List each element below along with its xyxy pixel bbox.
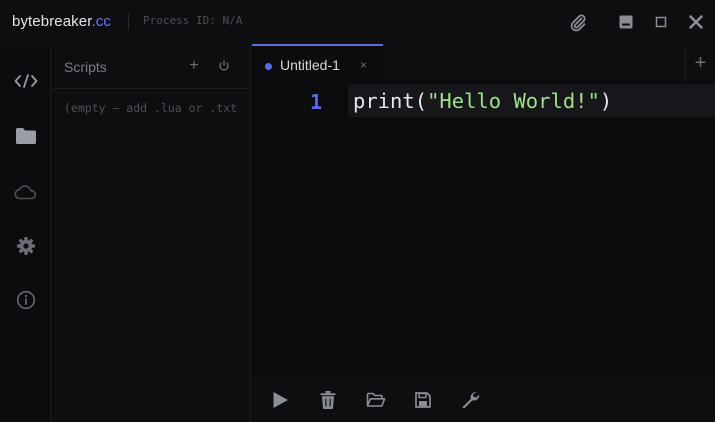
code-string: "Hello World!" bbox=[427, 89, 600, 113]
editor-toolbar bbox=[252, 376, 715, 422]
title-divider bbox=[128, 14, 129, 30]
activity-item-cloud[interactable] bbox=[0, 174, 51, 210]
code-line: 1 print("Hello World!") bbox=[252, 84, 715, 117]
activity-item-files[interactable] bbox=[0, 118, 51, 154]
tab-label: Untitled-1 bbox=[280, 57, 340, 73]
paperclip-icon bbox=[570, 14, 586, 32]
minimize-icon bbox=[619, 15, 633, 29]
tools-button[interactable] bbox=[458, 388, 482, 412]
scripts-panel: Scripts + (empty — add .lua or .txt bbox=[52, 44, 251, 422]
attach-button[interactable] bbox=[566, 10, 590, 34]
play-icon bbox=[273, 392, 288, 408]
brand-tld: .cc bbox=[91, 13, 111, 30]
editor-area: Untitled-1 × + 1 print("Hello World!") bbox=[252, 44, 715, 422]
execute-button[interactable] bbox=[268, 388, 292, 412]
gear-icon bbox=[16, 237, 35, 255]
folder-icon bbox=[15, 128, 36, 144]
title-bar: bytebreaker.cc Process ID: N/A bbox=[0, 0, 715, 44]
refresh-scripts-button[interactable] bbox=[214, 56, 234, 76]
tab-bar: Untitled-1 × + bbox=[252, 44, 715, 82]
activity-item-settings[interactable] bbox=[0, 228, 51, 264]
line-number: 1 bbox=[309, 90, 322, 114]
close-icon bbox=[689, 15, 703, 29]
activity-bar bbox=[0, 44, 51, 422]
code-function: print( bbox=[353, 89, 428, 113]
code-icon bbox=[14, 74, 37, 88]
save-icon bbox=[415, 392, 431, 408]
minimize-button[interactable] bbox=[614, 10, 638, 34]
maximize-button[interactable] bbox=[649, 10, 673, 34]
new-tab-button[interactable]: + bbox=[685, 44, 715, 82]
scripts-title: Scripts bbox=[64, 59, 107, 75]
scripts-header: Scripts + bbox=[52, 44, 251, 89]
process-id-label: Process ID: N/A bbox=[143, 14, 243, 27]
wrench-icon bbox=[462, 392, 480, 409]
activity-item-editor[interactable] bbox=[0, 63, 51, 99]
tab-untitled-1[interactable]: Untitled-1 × bbox=[252, 44, 383, 82]
maximize-icon bbox=[655, 16, 667, 28]
code-text: print("Hello World!") bbox=[353, 89, 612, 113]
activity-item-about[interactable] bbox=[0, 282, 51, 318]
trash-icon bbox=[320, 391, 336, 409]
unsaved-dot-icon bbox=[265, 63, 272, 70]
save-file-button[interactable] bbox=[411, 388, 435, 412]
brand-name: bytebreaker bbox=[12, 13, 92, 30]
code-paren: ) bbox=[599, 89, 613, 113]
info-icon bbox=[16, 290, 35, 310]
folder-open-icon bbox=[366, 392, 386, 407]
add-script-button[interactable]: + bbox=[184, 56, 204, 76]
refresh-icon bbox=[219, 60, 229, 71]
app-brand: bytebreaker.cc bbox=[12, 13, 111, 30]
tab-close-button[interactable]: × bbox=[360, 58, 367, 72]
open-file-button[interactable] bbox=[364, 388, 388, 412]
scripts-empty-message: (empty — add .lua or .txt bbox=[64, 101, 238, 115]
close-button[interactable] bbox=[684, 10, 708, 34]
code-editor[interactable]: 1 print("Hello World!") bbox=[252, 82, 715, 364]
clear-button[interactable] bbox=[316, 388, 340, 412]
cloud-icon bbox=[13, 185, 36, 200]
